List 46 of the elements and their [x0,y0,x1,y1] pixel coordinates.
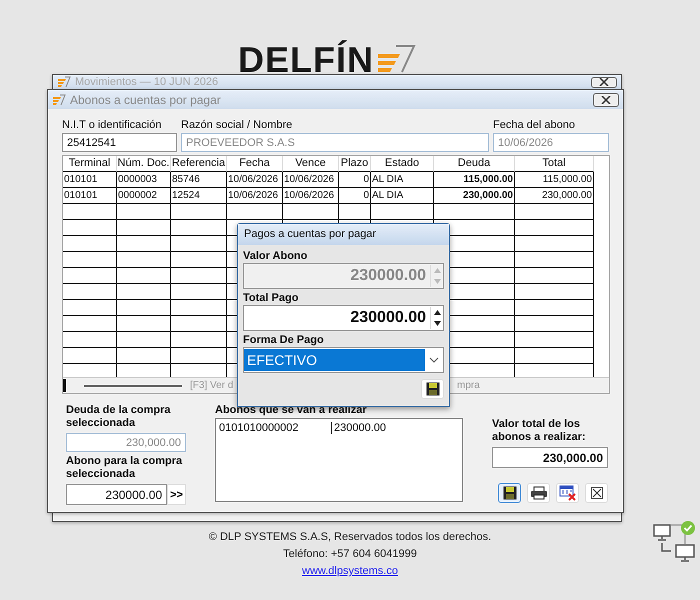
field-label: Razón social / Nombre [181,119,294,132]
column-header[interactable]: Núm. Doc. [117,156,171,172]
table-cell: 010101 [63,172,117,188]
list-cell: 0101010000002 [216,422,332,434]
hint-text: mpra [457,380,480,391]
payment-dropdown[interactable]: EFECTIVO [243,347,444,373]
table-cell: 115,000.00 [434,172,515,188]
table-cell: 0 [339,172,371,188]
logo-text: DELFÍN [238,40,374,80]
column-header[interactable]: Estado [371,156,434,172]
column-header[interactable]: Deuda [434,156,515,172]
window-title: Abonos a cuentas por pagar [70,92,222,106]
field-label: Valor total de los abonos a realizar: [492,418,587,444]
input-field[interactable]: 230,000.00 [492,447,608,468]
column-header[interactable]: Plazo [339,156,371,172]
column-header[interactable]: Referencia [171,156,227,172]
column-header[interactable]: Vence [283,156,339,172]
window-title: Movimientos — 10 JUN 2026 [75,75,220,89]
field-label: N.I.T o identificación [62,119,162,132]
number-field[interactable]: 230000.00 [243,305,444,331]
dialog-title: Pagos a cuentas por pagar [238,224,449,245]
field-label: Deuda de la compra seleccionada [66,404,172,430]
phone-text: Teléfono: +57 604 6041999 [283,547,417,561]
table-cell: AL DIA [371,172,434,188]
table-cell: 10/06/2026 [283,172,339,188]
column-header[interactable]: Fecha [227,156,283,172]
column-header[interactable]: Terminal [63,156,117,172]
payments-list[interactable]: 0101010000002 230000.00 [215,418,463,502]
table-cell: 115,000.00 [515,172,594,188]
field-label: Forma De Pago [243,333,325,347]
website-link[interactable]: www.dlpsystems.co [302,564,398,578]
input-field[interactable]: 25412541 [62,133,177,152]
hint-text: [F3] Ver d [190,380,234,391]
list-cell-text: 230000.00 [333,422,386,434]
table-cell: 10/06/2026 [227,172,283,188]
column-header[interactable]: Total [515,156,594,172]
table-cell: 0000003 [117,172,171,188]
copyright-text: © DLP SYSTEMS S.A.S, Reservados todos los derechos. [208,530,492,544]
list-label: Abonos que se van a realizar [215,404,368,417]
field-label: Fecha del abono [493,119,576,132]
input-field[interactable]: 230000.00 [66,484,168,505]
add-button[interactable]: >> [167,484,186,505]
field-label: Valor Abono [243,249,308,263]
field-label: Abono para la compra seleccionada [66,455,184,481]
field-label: Total Pago [243,291,300,305]
table-cell: 85746 [171,172,227,188]
